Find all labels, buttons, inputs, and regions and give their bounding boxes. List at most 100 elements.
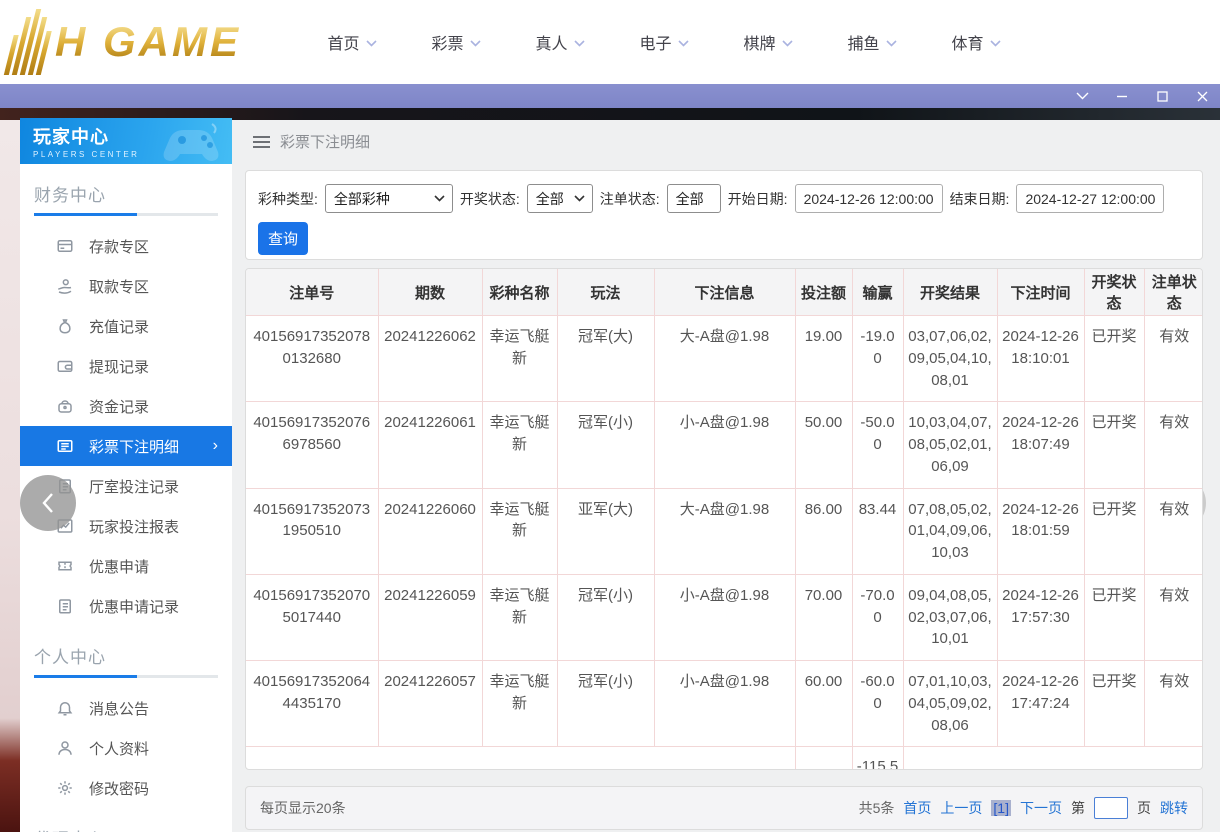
sidebar-item-promo-apply[interactable]: 优惠申请 xyxy=(20,546,232,586)
sidebar-item-withdrawal-record[interactable]: 提现记录 xyxy=(20,346,232,386)
nav-item-label: 电子 xyxy=(639,36,672,53)
table-cell: 2024-12-26 18:07:49 xyxy=(996,401,1085,489)
end-date-input[interactable] xyxy=(1016,184,1165,213)
table-cell: -50.00 xyxy=(851,401,904,489)
bell-icon xyxy=(56,699,74,717)
lottery-type-select[interactable]: 全部彩种 xyxy=(324,184,453,213)
sidebar-item-messages[interactable]: 消息公告 xyxy=(20,688,232,728)
column-header: 输赢 xyxy=(851,269,904,316)
table-cell: 有效 xyxy=(1143,573,1202,662)
table-cell: 已开奖 xyxy=(1083,401,1145,489)
nav-item-label: 体育 xyxy=(951,36,984,53)
nav-item-live[interactable]: 真人 xyxy=(508,30,612,54)
sidebar-item-recharge-record[interactable]: 充值记录 xyxy=(20,306,232,346)
table-cell: 幸运飞艇新 xyxy=(481,401,558,489)
sidebar-section-title: 代理中心 xyxy=(34,825,218,832)
table-cell: 2024-12-26 17:57:30 xyxy=(996,573,1085,662)
sidebar-item-funds-record[interactable]: 资金记录 xyxy=(20,386,232,426)
window-close-button[interactable] xyxy=(1194,88,1210,104)
table-row: 401569173520731950510 20241226060 幸运飞艇新 亚军(… xyxy=(246,487,1202,575)
table-cell: -60.00 xyxy=(851,659,904,748)
lottery-type-value: 全部彩种 xyxy=(333,190,390,207)
draw-status-select[interactable]: 全部 xyxy=(526,184,593,213)
site-logo[interactable]: H GAME xyxy=(3,8,241,76)
table-cell: 幸运飞艇新 xyxy=(481,573,558,662)
table-cell: 亚军(大) xyxy=(556,487,655,575)
nav-item-label: 棋牌 xyxy=(743,36,776,53)
table-cell: 冠军(小) xyxy=(556,401,655,489)
start-date-label: 开始日期: xyxy=(727,190,788,207)
sidebar-section-title: 个人中心 xyxy=(34,648,106,667)
clipboard-list-icon xyxy=(56,597,74,615)
sidebar-item-deposit[interactable]: 存款专区 xyxy=(20,226,232,266)
table-cell: 401569173520731950510 xyxy=(246,487,379,575)
query-button[interactable]: 查询 xyxy=(258,222,308,255)
nav-item-home[interactable]: 首页 xyxy=(300,30,404,54)
first-page-link[interactable]: 首页 xyxy=(903,798,931,818)
sidebar-item-change-password[interactable]: 修改密码 xyxy=(20,768,232,808)
hamburger-menu-icon[interactable] xyxy=(253,135,270,149)
table-cell: 大-A盘@1.98 xyxy=(653,314,796,403)
page-title: 彩票下注明细 xyxy=(280,134,371,151)
table-cell: 小-A盘@1.98 xyxy=(653,659,796,748)
column-header: 注单状态 xyxy=(1143,269,1202,316)
order-status-select[interactable]: 全部 xyxy=(666,184,721,213)
chevron-down-icon xyxy=(781,39,793,47)
window-maximize-button[interactable] xyxy=(1154,88,1170,104)
jump-button[interactable]: 跳转 xyxy=(1160,798,1188,818)
start-date-input[interactable] xyxy=(794,184,943,213)
prev-page-link[interactable]: 上一页 xyxy=(940,798,982,818)
table-cell: 09,04,08,05,02,03,07,06,10,01 xyxy=(902,573,998,662)
table-cell: 03,07,06,02,09,05,04,10,08,01 xyxy=(902,314,998,403)
chevron-down-icon xyxy=(885,39,897,47)
table-footer: 每页显示20条 共5条 首页 上一页 [1] 下一页 第 页 跳转 xyxy=(245,786,1203,830)
table-cell: 小-A盘@1.98 xyxy=(653,401,796,489)
chevron-down-icon xyxy=(574,195,585,202)
table-cell: 20241226060 xyxy=(377,487,483,575)
minimize-icon xyxy=(1117,95,1127,98)
filter-row: 彩种类型: 全部彩种 开奖状态: 全部 注单状态: 全部 开始日期: 结束日期: xyxy=(246,171,1202,213)
table-cell: 2024-12-26 18:10:01 xyxy=(996,314,1085,403)
window-titlebar xyxy=(0,84,1220,108)
chevron-right-icon: › xyxy=(212,437,218,454)
summary-bet-total: 285.00 xyxy=(794,746,853,769)
table-row: 401569173520766978560 20241226061 幸运飞艇新 冠军(… xyxy=(246,401,1202,489)
gamepad-icon xyxy=(163,123,219,161)
end-date-label: 结束日期: xyxy=(949,190,1010,207)
nav-item-label: 捕鱼 xyxy=(847,36,880,53)
table-cell: 50.00 xyxy=(794,401,853,489)
next-page-link[interactable]: 下一页 xyxy=(1020,798,1062,818)
table-cell: 已开奖 xyxy=(1083,314,1145,403)
lottery-type-label: 彩种类型: xyxy=(258,190,318,207)
jump-suffix-label: 页 xyxy=(1137,800,1151,816)
filter-panel: 彩种类型: 全部彩种 开奖状态: 全部 注单状态: 全部 开始日期: 结束日期:… xyxy=(245,170,1203,260)
summary-label: 当前页统计 xyxy=(246,746,796,769)
window-minimize-button[interactable] xyxy=(1114,88,1130,104)
nav-item-slots[interactable]: 电子 xyxy=(612,30,716,54)
nav-item-chess[interactable]: 棋牌 xyxy=(716,30,820,54)
draw-status-label: 开奖状态: xyxy=(459,190,520,207)
summary-winloss-total: -115.56 xyxy=(851,746,904,769)
table-cell: 冠军(大) xyxy=(556,314,655,403)
nav-item-lottery[interactable]: 彩票 xyxy=(404,30,508,54)
column-header: 彩种名称 xyxy=(481,269,558,316)
table-cell: -19.00 xyxy=(851,314,904,403)
logo-text: H GAME xyxy=(55,18,241,65)
sidebar-item-lottery-bet-detail[interactable]: 彩票下注明细 › xyxy=(20,426,232,466)
sidebar-collapse-button[interactable] xyxy=(20,475,76,531)
current-page-badge: [1] xyxy=(991,800,1011,816)
sidebar-item-withdraw[interactable]: 取款专区 xyxy=(20,266,232,306)
sidebar-item-promo-apply-record[interactable]: 优惠申请记录 xyxy=(20,586,232,626)
purse-icon xyxy=(56,397,74,415)
site-topbar: H GAME 首页 彩票 真人 电子 棋牌 捕鱼 体育 xyxy=(0,0,1220,84)
column-header: 期数 xyxy=(377,269,483,316)
jump-page-input[interactable] xyxy=(1094,797,1128,819)
table-cell: 已开奖 xyxy=(1083,659,1145,748)
nav-item-fishing[interactable]: 捕鱼 xyxy=(820,30,924,54)
nav-item-label: 首页 xyxy=(327,36,360,53)
window-dropdown-button[interactable] xyxy=(1074,88,1090,104)
sidebar-item-profile[interactable]: 个人资料 xyxy=(20,728,232,768)
nav-item-sports[interactable]: 体育 xyxy=(924,30,1028,54)
table-cell: 幸运飞艇新 xyxy=(481,314,558,403)
column-header: 下注时间 xyxy=(996,269,1085,316)
